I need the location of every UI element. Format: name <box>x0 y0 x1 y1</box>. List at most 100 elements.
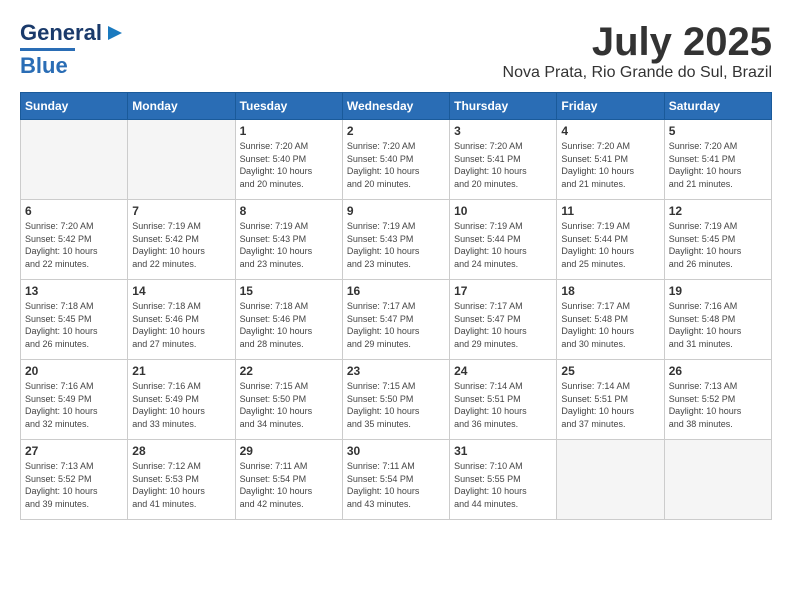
calendar-cell <box>557 440 664 520</box>
calendar-cell: 5 Sunrise: 7:20 AM Sunset: 5:41 PM Daylig… <box>664 120 771 200</box>
day-info: Sunrise: 7:20 AM Sunset: 5:41 PM Dayligh… <box>561 140 659 190</box>
calendar-cell: 1 Sunrise: 7:20 AM Sunset: 5:40 PM Daylig… <box>235 120 342 200</box>
weekday-header-saturday: Saturday <box>664 93 771 120</box>
day-number: 3 <box>454 124 552 138</box>
day-number: 18 <box>561 284 659 298</box>
week-row-1: 6 Sunrise: 7:20 AM Sunset: 5:42 PM Daylig… <box>21 200 772 280</box>
day-info: Sunrise: 7:15 AM Sunset: 5:50 PM Dayligh… <box>240 380 338 430</box>
logo-general: General <box>20 20 102 46</box>
day-number: 1 <box>240 124 338 138</box>
calendar-cell: 12 Sunrise: 7:19 AM Sunset: 5:45 PM Dayli… <box>664 200 771 280</box>
day-info: Sunrise: 7:19 AM Sunset: 5:45 PM Dayligh… <box>669 220 767 270</box>
calendar-cell: 15Sunrise: 7:18 AM Sunset: 5:46 PM Dayli… <box>235 280 342 360</box>
day-info: Sunrise: 7:15 AM Sunset: 5:50 PM Dayligh… <box>347 380 445 430</box>
weekday-header-monday: Monday <box>128 93 235 120</box>
logo-arrow-icon <box>104 22 126 44</box>
day-info: Sunrise: 7:20 AM Sunset: 5:42 PM Dayligh… <box>25 220 123 270</box>
day-number: 26 <box>669 364 767 378</box>
month-title: July 2025 <box>503 20 772 64</box>
day-info: Sunrise: 7:20 AM Sunset: 5:40 PM Dayligh… <box>240 140 338 190</box>
calendar-cell: 30Sunrise: 7:11 AM Sunset: 5:54 PM Dayli… <box>342 440 449 520</box>
calendar-cell: 23 Sunrise: 7:15 AM Sunset: 5:50 PM Dayli… <box>342 360 449 440</box>
day-number: 23 <box>347 364 445 378</box>
day-number: 5 <box>669 124 767 138</box>
logo: General Blue <box>20 20 126 79</box>
day-info: Sunrise: 7:17 AM Sunset: 5:48 PM Dayligh… <box>561 300 659 350</box>
day-info: Sunrise: 7:17 AM Sunset: 5:47 PM Dayligh… <box>347 300 445 350</box>
calendar-table: SundayMondayTuesdayWednesdayThursdayFrid… <box>20 92 772 520</box>
calendar-cell: 22 Sunrise: 7:15 AM Sunset: 5:50 PM Dayli… <box>235 360 342 440</box>
calendar-cell: 11Sunrise: 7:19 AM Sunset: 5:44 PM Dayli… <box>557 200 664 280</box>
day-number: 16 <box>347 284 445 298</box>
week-row-0: 1 Sunrise: 7:20 AM Sunset: 5:40 PM Daylig… <box>21 120 772 200</box>
day-info: Sunrise: 7:14 AM Sunset: 5:51 PM Dayligh… <box>454 380 552 430</box>
day-number: 9 <box>347 204 445 218</box>
day-info: Sunrise: 7:19 AM Sunset: 5:44 PM Dayligh… <box>454 220 552 270</box>
weekday-header-sunday: Sunday <box>21 93 128 120</box>
day-number: 14 <box>132 284 230 298</box>
day-info: Sunrise: 7:10 AM Sunset: 5:55 PM Dayligh… <box>454 460 552 510</box>
day-number: 17 <box>454 284 552 298</box>
day-number: 8 <box>240 204 338 218</box>
day-number: 7 <box>132 204 230 218</box>
day-number: 4 <box>561 124 659 138</box>
calendar-cell: 2Sunrise: 7:20 AM Sunset: 5:40 PM Daylig… <box>342 120 449 200</box>
day-number: 21 <box>132 364 230 378</box>
day-info: Sunrise: 7:11 AM Sunset: 5:54 PM Dayligh… <box>347 460 445 510</box>
day-number: 22 <box>240 364 338 378</box>
location: Nova Prata, Rio Grande do Sul, Brazil <box>503 64 772 82</box>
day-info: Sunrise: 7:19 AM Sunset: 5:43 PM Dayligh… <box>240 220 338 270</box>
title-area: July 2025 Nova Prata, Rio Grande do Sul,… <box>503 20 772 82</box>
day-info: Sunrise: 7:14 AM Sunset: 5:51 PM Dayligh… <box>561 380 659 430</box>
day-number: 10 <box>454 204 552 218</box>
logo-underline <box>20 48 75 51</box>
day-number: 31 <box>454 444 552 458</box>
calendar-cell: 26Sunrise: 7:13 AM Sunset: 5:52 PM Dayli… <box>664 360 771 440</box>
day-info: Sunrise: 7:20 AM Sunset: 5:40 PM Dayligh… <box>347 140 445 190</box>
day-info: Sunrise: 7:18 AM Sunset: 5:46 PM Dayligh… <box>132 300 230 350</box>
day-number: 6 <box>25 204 123 218</box>
week-row-4: 27 Sunrise: 7:13 AM Sunset: 5:52 PM Dayli… <box>21 440 772 520</box>
day-info: Sunrise: 7:11 AM Sunset: 5:54 PM Dayligh… <box>240 460 338 510</box>
day-number: 13 <box>25 284 123 298</box>
day-info: Sunrise: 7:13 AM Sunset: 5:52 PM Dayligh… <box>25 460 123 510</box>
day-info: Sunrise: 7:20 AM Sunset: 5:41 PM Dayligh… <box>454 140 552 190</box>
day-number: 25 <box>561 364 659 378</box>
calendar-cell: 17Sunrise: 7:17 AM Sunset: 5:47 PM Dayli… <box>450 280 557 360</box>
calendar-cell: 21 Sunrise: 7:16 AM Sunset: 5:49 PM Dayli… <box>128 360 235 440</box>
week-row-3: 20 Sunrise: 7:16 AM Sunset: 5:49 PM Dayli… <box>21 360 772 440</box>
logo-line: General <box>20 20 126 46</box>
day-number: 24 <box>454 364 552 378</box>
calendar-body: 1 Sunrise: 7:20 AM Sunset: 5:40 PM Daylig… <box>21 120 772 520</box>
day-number: 11 <box>561 204 659 218</box>
day-number: 15 <box>240 284 338 298</box>
day-info: Sunrise: 7:16 AM Sunset: 5:49 PM Dayligh… <box>132 380 230 430</box>
calendar-cell: 27 Sunrise: 7:13 AM Sunset: 5:52 PM Dayli… <box>21 440 128 520</box>
day-info: Sunrise: 7:19 AM Sunset: 5:43 PM Dayligh… <box>347 220 445 270</box>
calendar-cell: 29 Sunrise: 7:11 AM Sunset: 5:54 PM Dayli… <box>235 440 342 520</box>
day-info: Sunrise: 7:20 AM Sunset: 5:41 PM Dayligh… <box>669 140 767 190</box>
day-number: 20 <box>25 364 123 378</box>
day-number: 29 <box>240 444 338 458</box>
calendar-cell <box>21 120 128 200</box>
weekday-header-tuesday: Tuesday <box>235 93 342 120</box>
calendar-cell: 18 Sunrise: 7:17 AM Sunset: 5:48 PM Dayli… <box>557 280 664 360</box>
header: General Blue July 2025 Nova Prata, Rio G… <box>20 20 772 82</box>
calendar-cell: 20 Sunrise: 7:16 AM Sunset: 5:49 PM Dayli… <box>21 360 128 440</box>
calendar-cell: 19Sunrise: 7:16 AM Sunset: 5:48 PM Dayli… <box>664 280 771 360</box>
calendar-cell <box>128 120 235 200</box>
day-number: 12 <box>669 204 767 218</box>
weekday-header-friday: Friday <box>557 93 664 120</box>
logo-blue: Blue <box>20 53 68 79</box>
day-number: 28 <box>132 444 230 458</box>
weekday-header-row: SundayMondayTuesdayWednesdayThursdayFrid… <box>21 93 772 120</box>
calendar-cell: 10 Sunrise: 7:19 AM Sunset: 5:44 PM Dayli… <box>450 200 557 280</box>
calendar-cell: 24 Sunrise: 7:14 AM Sunset: 5:51 PM Dayli… <box>450 360 557 440</box>
weekday-header-thursday: Thursday <box>450 93 557 120</box>
calendar-cell: 8 Sunrise: 7:19 AM Sunset: 5:43 PM Daylig… <box>235 200 342 280</box>
day-number: 27 <box>25 444 123 458</box>
calendar-cell: 25 Sunrise: 7:14 AM Sunset: 5:51 PM Dayli… <box>557 360 664 440</box>
day-info: Sunrise: 7:16 AM Sunset: 5:49 PM Dayligh… <box>25 380 123 430</box>
calendar-cell: 9 Sunrise: 7:19 AM Sunset: 5:43 PM Daylig… <box>342 200 449 280</box>
day-number: 19 <box>669 284 767 298</box>
